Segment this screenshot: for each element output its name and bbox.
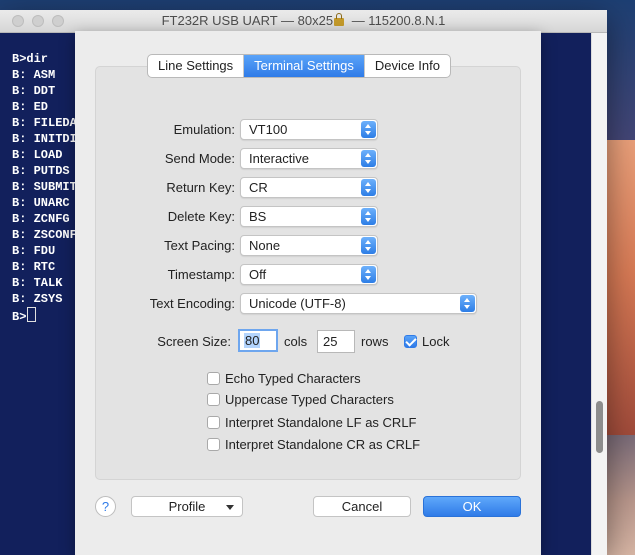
rows-field[interactable]: 25: [317, 330, 355, 353]
tab-device-info[interactable]: Device Info: [365, 55, 450, 77]
screen-size-label: Screen Size:: [157, 334, 231, 349]
terminal-line: B: FDU: [12, 244, 56, 258]
terminal-scrollbar[interactable]: [591, 33, 607, 555]
lock-icon: [334, 13, 345, 26]
popup-arrows-icon: [361, 208, 376, 225]
interpret-cr-label: Interpret Standalone CR as CRLF: [225, 437, 421, 452]
return-key-label: Return Key:: [166, 180, 235, 195]
terminal-prompt-line: B>: [12, 307, 77, 324]
profile-label: Profile: [168, 499, 206, 514]
send-mode-popup[interactable]: Interactive: [240, 148, 378, 169]
echo-typed-checkbox[interactable]: [207, 372, 220, 385]
text-encoding-label: Text Encoding:: [149, 296, 235, 311]
emulation-value: VT100: [249, 122, 288, 137]
terminal-line: B: ZSCONF: [12, 228, 77, 242]
uppercase-typed-label: Uppercase Typed Characters: [225, 392, 394, 407]
timestamp-label: Timestamp:: [167, 267, 235, 282]
terminal-line: B: PUTDS: [12, 164, 70, 178]
tab-line-settings[interactable]: Line Settings: [148, 55, 245, 77]
interpret-lf-checkbox[interactable]: [207, 416, 220, 429]
cols-field[interactable]: 80: [238, 329, 278, 352]
lock-label: Lock: [422, 334, 450, 349]
terminal-line: B: ZCNFG: [12, 212, 70, 226]
tab-terminal-settings[interactable]: Terminal Settings: [244, 55, 365, 77]
settings-sheet: Line Settings Terminal Settings Device I…: [75, 31, 541, 555]
interpret-lf-label: Interpret Standalone LF as CRLF: [225, 415, 417, 430]
popup-arrows-icon: [361, 237, 376, 254]
terminal-line: B>dir: [12, 52, 49, 66]
terminal-line: B: ZSYS: [12, 292, 63, 306]
window-title-suffix: — 115200.8.N.1: [348, 13, 446, 28]
cancel-button[interactable]: Cancel: [313, 496, 411, 517]
popup-arrows-icon: [361, 266, 376, 283]
return-key-popup[interactable]: CR: [240, 177, 378, 198]
popup-arrows-icon: [460, 295, 475, 312]
terminal-line: B: ASM: [12, 68, 56, 82]
uppercase-typed-checkbox[interactable]: [207, 393, 220, 406]
delete-key-label: Delete Key:: [167, 209, 235, 224]
delete-key-value: BS: [249, 209, 267, 224]
terminal-line: B: INITDI: [12, 132, 77, 146]
title-bar[interactable]: FT232R USB UART — 80x25 — 115200.8.N.1: [0, 10, 607, 33]
cols-label: cols: [284, 334, 308, 349]
window-title-prefix: FT232R USB UART — 80x25: [161, 13, 334, 28]
terminal-cursor: [27, 307, 37, 322]
terminal-line: B: ED: [12, 100, 49, 114]
interpret-cr-checkbox[interactable]: [207, 438, 220, 451]
timestamp-value: Off: [249, 267, 267, 282]
settings-tabs: Line Settings Terminal Settings Device I…: [147, 54, 451, 78]
send-mode-value: Interactive: [249, 151, 309, 166]
terminal-line: B: RTC: [12, 260, 56, 274]
terminal-line: B: SUBMIT: [12, 180, 77, 194]
text-pacing-value: None: [249, 238, 281, 253]
delete-key-popup[interactable]: BS: [240, 206, 378, 227]
echo-typed-label: Echo Typed Characters: [225, 371, 361, 386]
lock-checkbox[interactable]: [404, 335, 417, 348]
popup-arrows-icon: [361, 150, 376, 167]
help-icon: ?: [101, 499, 110, 514]
terminal-line: B: FILEDA: [12, 116, 77, 130]
text-encoding-value: Unicode (UTF-8): [249, 296, 346, 311]
send-mode-label: Send Mode:: [164, 151, 235, 166]
text-pacing-label: Text Pacing:: [164, 238, 235, 253]
help-button[interactable]: ?: [95, 496, 116, 517]
terminal-prompt: B>: [12, 310, 27, 324]
window-title: FT232R USB UART — 80x25 — 115200.8.N.1: [0, 10, 607, 32]
profile-popup-button[interactable]: Profile: [131, 496, 243, 517]
popup-arrows-icon: [361, 121, 376, 138]
scrollbar-thumb[interactable]: [596, 401, 603, 453]
ok-button[interactable]: OK: [423, 496, 521, 517]
rows-label: rows: [361, 334, 389, 349]
text-pacing-popup[interactable]: None: [240, 235, 378, 256]
emulation-popup[interactable]: VT100: [240, 119, 378, 140]
cols-value: 80: [244, 333, 261, 348]
terminal-line: B: UNARC: [12, 196, 70, 210]
timestamp-popup[interactable]: Off: [240, 264, 378, 285]
text-encoding-popup[interactable]: Unicode (UTF-8): [240, 293, 477, 314]
terminal-line: B: TALK: [12, 276, 63, 290]
terminal-output: B>dir B: ASM B: DDT B: ED B: FILEDA B: I…: [12, 51, 77, 324]
chevron-down-icon: [226, 505, 234, 510]
terminal-line: B: DDT: [12, 84, 56, 98]
popup-arrows-icon: [361, 179, 376, 196]
return-key-value: CR: [249, 180, 268, 195]
emulation-label: Emulation:: [173, 122, 235, 137]
rows-value: 25: [323, 334, 338, 349]
terminal-line: B: LOAD: [12, 148, 63, 162]
